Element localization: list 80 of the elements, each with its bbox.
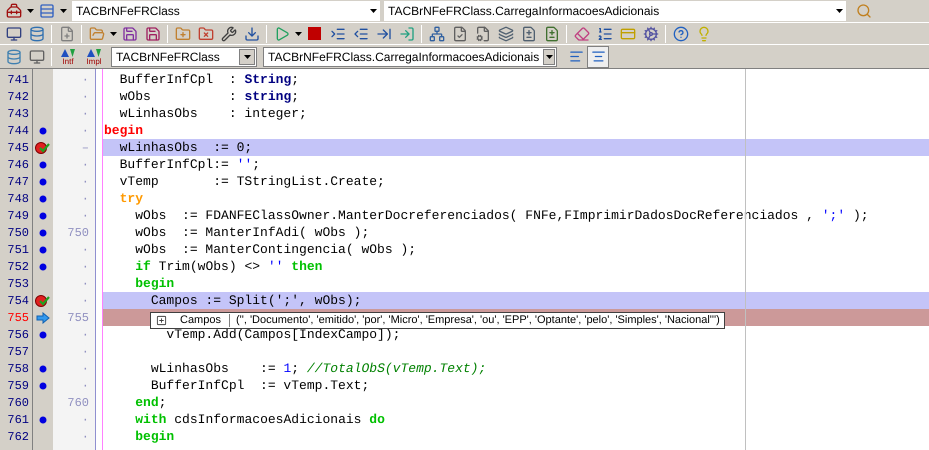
line-number: 747 [7,174,29,190]
code-line: with cdsInformacoesAdicionais do [134,411,385,428]
line-number: 749 [7,208,29,224]
fold-mark: · [82,72,89,88]
align-center-icon [590,49,606,64]
line-number: 744 [7,122,29,140]
code-line: BufferInfCpl := vTemp.Text; [150,377,370,394]
fold-mark: · [82,360,89,378]
combo-box[interactable]: TACBrNFeFRClass [72,1,380,21]
fold-mark: · [82,208,89,224]
fold-mark: · [82,428,89,446]
code-line: try [118,190,144,207]
fold-mark: · [82,88,89,106]
variable-name: Campos [179,313,222,328]
line-number: 741 [7,72,29,88]
line-number: 754 [7,292,29,310]
line-number: 756 [7,326,29,344]
arrows-icon [60,48,76,58]
fold-mark: · [82,344,89,360]
line-number: 742 [7,88,29,106]
code-line: end; [134,394,166,411]
combo-box[interactable]: TACBrNFeFRClass.CarregaInformacoesAdicionais [263,46,557,66]
line-number: 757 [7,344,29,360]
line-number: 752 [7,258,29,276]
line-number: 753 [7,276,29,292]
navigate-button[interactable]: Impl [81,46,107,68]
fold-mark: · [82,326,89,344]
line-number: 760 [7,394,29,412]
align-center-button[interactable] [587,46,609,68]
code-line: wObs : string; [118,88,300,105]
line-number: 755 [7,310,29,326]
navigate-button[interactable]: Intf [55,46,81,68]
code-line: vTemp := TStringList.Create; [118,173,385,190]
combo-box[interactable]: TACBrNFeFRClass [111,46,257,66]
code-line: BufferInfCpl : String; [118,71,300,88]
code-line: wLinhasObs : integer; [118,105,307,122]
fold-mark: · [82,276,89,292]
breakpoint-gutter[interactable] [32,69,53,450]
code-line: vTemp.Add(Campos[IndexCampo]); [165,326,400,343]
line-number: 758 [7,360,29,378]
fold-mark: · [82,412,89,428]
fold-mark: · [82,242,89,258]
line-number: 743 [7,106,29,122]
fold-mark: – [82,140,89,156]
line-number: 746 [7,156,29,174]
code-line: Campos := Split(';', wObs); [150,292,362,309]
code-line: if Trim(wObs) <> '' then [134,258,322,275]
combo-box[interactable]: TACBrNFeFRClass.CarregaInformacoesAdicionais [384,1,846,21]
code-line: wLinhasObs := 1; //TotalObS(vTemp.Text); [150,360,486,377]
line-number: 751 [7,242,29,258]
variable-value: ('', 'Documento', 'emitido', 'por', 'Micro', 'Empresa', 'ou', 'EPP', 'Optante', 'pelo', 'Simples', 'Nacional''') [236,313,720,328]
code-line: wObs := FDANFEClassOwner.ManterDocreferenciados( FNFe,FImprimirDadosDocReferenciados , ';' ); [134,207,869,224]
code-line: wLinhasObs := 0; [118,139,252,156]
code-line: begin [134,428,174,445]
fold-mark: 760 [67,394,89,412]
fold-mark: 755 [67,310,89,326]
code-line: wObs := ManterContingencia( wObs ); [134,241,416,258]
align-left-icon [568,49,584,64]
fold-mark: · [82,122,89,140]
fold-mark: · [82,378,89,394]
code-line: BufferInfCpl:= ''; [118,156,260,173]
line-number: 748 [7,190,29,208]
code-editor[interactable] [0,68,929,450]
code-line: begin [104,122,144,139]
expand-icon[interactable] [156,315,167,326]
arrows-icon [86,48,102,58]
code-line: wObs := ManterInfAdi( wObs ); [134,224,370,241]
fold-mark: 750 [67,224,89,242]
fold-mark: · [82,174,89,190]
line-number: 759 [7,378,29,394]
line-number: 745 [7,140,29,156]
fold-mark: · [82,292,89,310]
fold-mark: · [82,106,89,122]
code-line: begin [134,275,174,292]
line-number: 761 [7,412,29,428]
fold-mark: · [82,156,89,174]
fold-mark: · [82,258,89,276]
line-number: 762 [7,428,29,446]
line-number: 750 [7,224,29,242]
fold-mark: · [82,190,89,208]
